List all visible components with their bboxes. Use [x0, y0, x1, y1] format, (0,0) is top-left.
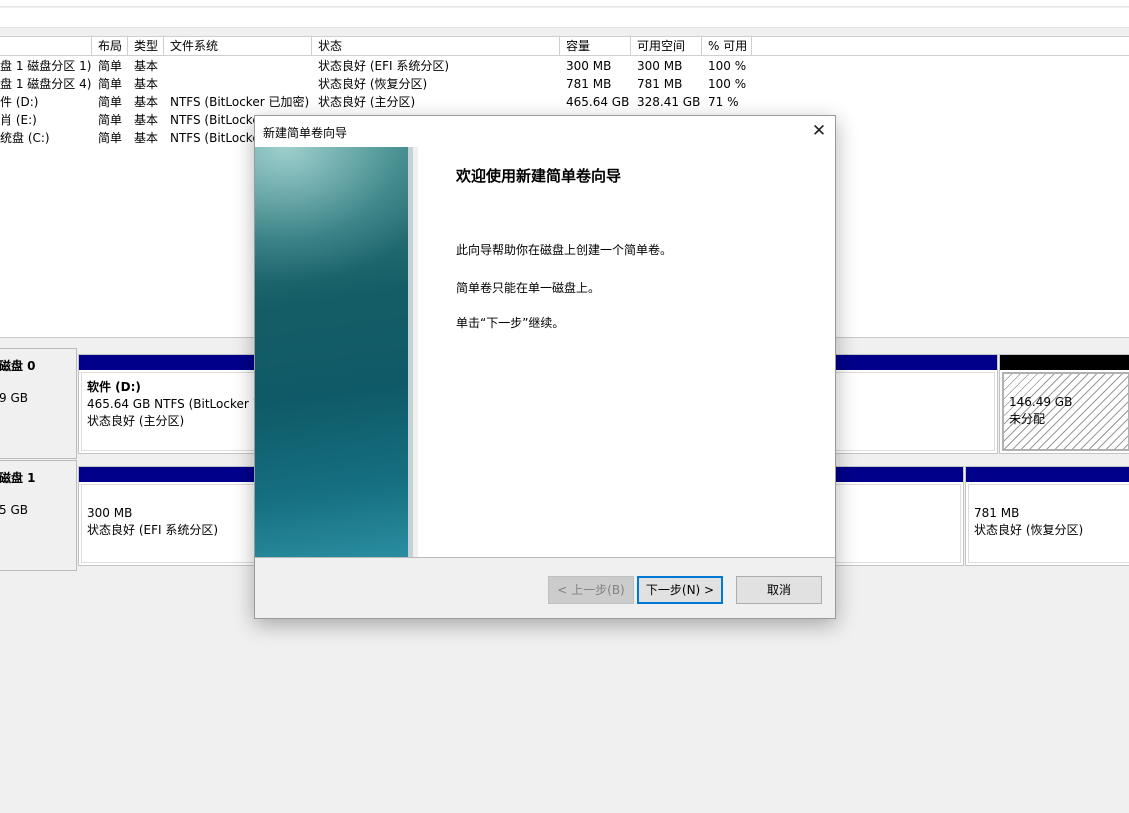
volume-name: 盘 1 磁盘分区 1): [0, 59, 92, 73]
volume-name: 肖 (E:): [0, 113, 37, 127]
wizard-side-banner: [255, 147, 413, 557]
disk-management-window: 布局 类型 文件系统 状态 容量 可用空间 % 可用 盘 1 磁盘分区 1) 简单…: [0, 0, 1129, 813]
volume-filesystem: NTFS (BitLocker 已加密): [170, 95, 310, 109]
volume-type: 基本: [134, 59, 159, 73]
wizard-continue-hint: 单击“下一步”继续。: [456, 316, 565, 330]
partition-recovery-body: 781 MB 状态良好 (恢复分区): [968, 484, 1129, 563]
volume-status: 状态良好 (EFI 系统分区): [318, 59, 450, 73]
volume-capacity: 300 MB: [566, 59, 612, 73]
volume-type: 基本: [134, 113, 159, 127]
volume-status: 状态良好 (恢复分区): [318, 77, 428, 91]
wizard-heading: 欢迎使用新建简单卷向导: [456, 167, 622, 185]
column-header-free[interactable]: 可用空间: [631, 37, 702, 56]
volume-status: 状态良好 (主分区): [318, 95, 416, 109]
disk-1-name: 磁盘 1: [0, 471, 36, 485]
volume-name: 件 (D:): [0, 95, 39, 109]
volume-free-space: 781 MB: [637, 77, 683, 91]
partition-unallocated-status: 未分配: [1009, 412, 1046, 426]
volume-free-space: 300 MB: [637, 59, 683, 73]
volume-capacity: 465.64 GB: [566, 95, 630, 109]
dialog-title: 新建简单卷向导: [263, 126, 348, 140]
menu-bar: [0, 0, 1129, 7]
partition-unallocated-body: 146.49 GB 未分配: [1002, 372, 1129, 451]
table-row[interactable]: 盘 1 磁盘分区 4) 简单 基本 状态良好 (恢复分区) 781 MB 781 MB 10…: [0, 75, 1129, 93]
partition-recovery-bar: [966, 467, 1129, 482]
volume-type: 基本: [134, 95, 159, 109]
volume-pct-free: 100 %: [708, 77, 747, 91]
column-header-layout[interactable]: 布局: [92, 37, 128, 56]
partition-recovery-status: 状态良好 (恢复分区): [974, 523, 1084, 537]
partition-unallocated-bar: [1000, 355, 1129, 370]
close-icon[interactable]: ✕: [803, 116, 835, 147]
next-button[interactable]: 下一步(N) >: [637, 576, 723, 604]
volume-free-space: 328.41 GB: [637, 95, 701, 109]
volume-type: 基本: [134, 77, 159, 91]
column-header-filesystem[interactable]: 文件系统: [164, 37, 312, 56]
column-header-pct-free[interactable]: % 可用: [702, 37, 752, 56]
toolbar: [0, 8, 1129, 28]
dialog-separator: [255, 557, 835, 558]
table-row[interactable]: 盘 1 磁盘分区 1) 简单 基本 状态良好 (EFI 系统分区) 300 MB 300 …: [0, 57, 1129, 75]
disk-1-size: 5 GB: [0, 503, 28, 517]
cancel-button[interactable]: 取消: [736, 576, 822, 604]
wizard-simple-volume-note: 简单卷只能在单一磁盘上。: [456, 281, 601, 295]
volume-name: 统盘 (C:): [0, 131, 50, 145]
disk-0-label[interactable]: 磁盘 0 9 GB: [0, 348, 77, 459]
column-header-capacity[interactable]: 容量: [560, 37, 631, 56]
volume-layout: 简单: [98, 113, 123, 127]
volume-capacity: 781 MB: [566, 77, 612, 91]
partition-recovery[interactable]: 781 MB 状态良好 (恢复分区): [965, 466, 1129, 566]
wizard-content: 欢迎使用新建简单卷向导 此向导帮助你在磁盘上创建一个简单卷。 简单卷只能在单一磁…: [418, 147, 835, 557]
disk-1-label[interactable]: 磁盘 1 5 GB: [0, 460, 77, 571]
wizard-intro-text: 此向导帮助你在磁盘上创建一个简单卷。: [456, 243, 673, 257]
column-header-name[interactable]: [0, 37, 92, 56]
volume-layout: 简单: [98, 77, 123, 91]
table-row[interactable]: 件 (D:) 简单 基本 NTFS (BitLocker 已加密) 状态良好 (主分区)…: [0, 93, 1129, 111]
volume-type: 基本: [134, 131, 159, 145]
column-header-filler: [752, 37, 1129, 56]
back-button[interactable]: < 上一步(B): [548, 576, 634, 604]
dialog-title-bar[interactable]: 新建简单卷向导 ✕: [255, 116, 835, 147]
column-header-status[interactable]: 状态: [312, 37, 560, 56]
partition-unallocated[interactable]: 146.49 GB 未分配: [999, 354, 1129, 454]
volume-layout: 简单: [98, 59, 123, 73]
volume-name: 盘 1 磁盘分区 4): [0, 77, 92, 91]
volume-layout: 简单: [98, 95, 123, 109]
volume-filesystem: [164, 57, 312, 75]
volume-filesystem: [164, 75, 312, 93]
partition-recovery-size: 781 MB: [974, 506, 1020, 520]
column-header-type[interactable]: 类型: [128, 37, 164, 56]
new-simple-volume-wizard: 新建简单卷向导 ✕ 欢迎使用新建简单卷向导 此向导帮助你在磁盘上创建一个简单卷。…: [254, 115, 836, 619]
volume-pct-free: 71 %: [708, 95, 739, 109]
volume-layout: 简单: [98, 131, 123, 145]
volume-pct-free: 100 %: [708, 59, 747, 73]
disk-0-size: 9 GB: [0, 391, 28, 405]
partition-unallocated-size: 146.49 GB: [1009, 395, 1073, 409]
disk-0-name: 磁盘 0: [0, 359, 36, 373]
